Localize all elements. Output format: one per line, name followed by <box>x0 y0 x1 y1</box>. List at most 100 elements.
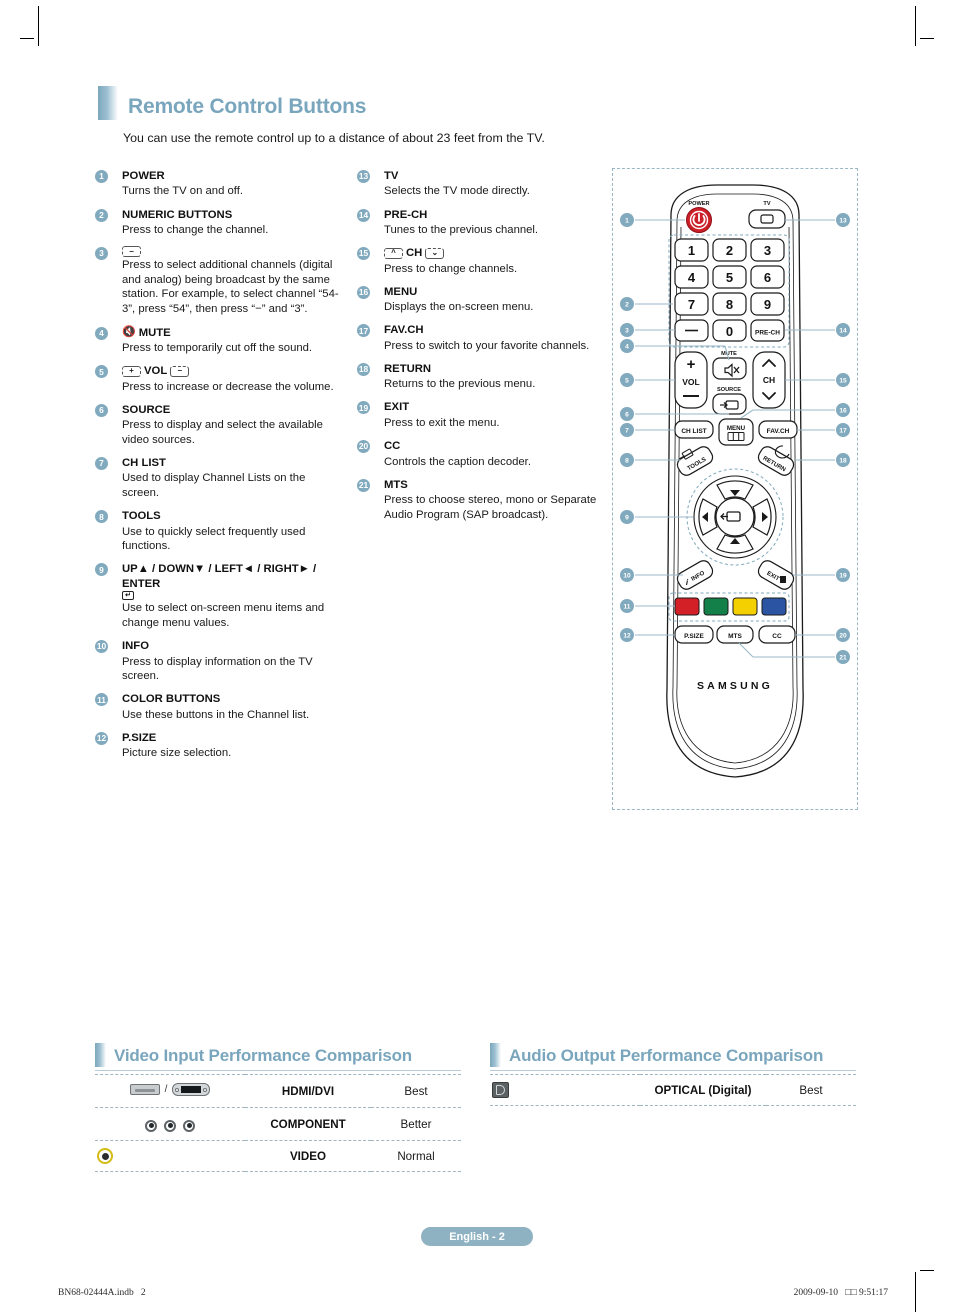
divider <box>490 1070 856 1071</box>
item-badge: 20 <box>357 440 370 454</box>
list-item: 18 RETURN Returns to the previous menu. <box>357 362 607 392</box>
page-title-text: Remote Control Buttons <box>128 95 367 118</box>
item-title: UP▲ / DOWN▼ / LEFT◄ / RIGHT► / ENTER ↵ <box>122 562 345 601</box>
page-number-badge: English - 2 <box>421 1227 533 1246</box>
slash-separator: / <box>164 1084 168 1095</box>
item-desc: Press to switch to your favorite channel… <box>384 339 590 352</box>
crop-mark-top-right <box>915 6 916 46</box>
button-list-left: 1 POWER Turns the TV on and off. 2 NUMER… <box>95 169 345 769</box>
item-title: 🔇 MUTE <box>122 326 345 340</box>
list-item: 21 MTS Press to choose stereo, mono or S… <box>357 478 607 523</box>
item-badge: 14 <box>357 208 370 222</box>
item-title: COLOR BUTTONS <box>122 693 221 706</box>
svg-text:4: 4 <box>625 344 629 351</box>
svg-text:CC: CC <box>772 633 782 640</box>
svg-text:15: 15 <box>839 378 847 385</box>
list-item: 14 PRE-CH Tunes to the previous channel. <box>357 208 607 238</box>
exit-button: EXIT <box>757 560 795 590</box>
list-item: 15 ^ CH ⌄ Press to change channels. <box>357 246 607 276</box>
item-desc: Press to temporarily cut off the sound. <box>122 342 313 355</box>
svg-text:PRE-CH: PRE-CH <box>755 330 780 337</box>
hdmi-dvi-port-icon: / <box>95 1075 245 1108</box>
audio-comparison-table: OPTICAL (Digital) Best <box>490 1074 856 1106</box>
video-comparison-header: Video Input Performance Comparison <box>95 1043 461 1067</box>
item-title-text: MUTE <box>138 326 171 339</box>
list-item: 10 INFO Press to display information on … <box>95 639 345 684</box>
item-badge: 3 <box>95 247 108 261</box>
rca-blue-icon <box>164 1119 176 1132</box>
svg-text:20: 20 <box>839 633 847 640</box>
item-badge: 12 <box>95 731 108 745</box>
item-title: TOOLS <box>122 510 161 523</box>
list-item: 17 FAV.CH Press to switch to your favori… <box>357 323 607 353</box>
list-item: 2 NUMERIC BUTTONS Press to change the ch… <box>95 208 345 238</box>
source-label: SOURCE <box>717 387 741 393</box>
item-title: P.SIZE <box>122 731 157 744</box>
item-desc: Tunes to the previous channel. <box>384 224 539 237</box>
svg-text:P.SIZE: P.SIZE <box>684 633 704 640</box>
item-badge: 4 <box>95 326 108 340</box>
list-item: 13 TV Selects the TV mode directly. <box>357 169 607 199</box>
dvi-port-icon <box>172 1083 211 1096</box>
svg-text:12: 12 <box>623 633 631 640</box>
svg-text:CH: CH <box>763 375 775 385</box>
svg-text:MENU: MENU <box>727 425 746 432</box>
intro-text: You can use the remote control up to a d… <box>123 131 545 145</box>
list-item: 20 CC Controls the caption decoder. <box>357 439 607 469</box>
audio-comparison-section: Audio Output Performance Comparison OPTI… <box>490 1043 856 1106</box>
list-item: 6 SOURCE Press to display and select the… <box>95 403 345 448</box>
item-desc: Selects the TV mode directly. <box>384 185 530 198</box>
item-title: CC <box>384 440 401 453</box>
svg-text:19: 19 <box>839 573 847 580</box>
item-desc: Picture size selection. <box>122 747 232 760</box>
audio-comparison-header: Audio Output Performance Comparison <box>490 1043 856 1067</box>
list-item: 8 TOOLS Use to quickly select frequently… <box>95 509 345 554</box>
item-title: FAV.CH <box>384 324 424 337</box>
list-item: 19 EXIT Press to exit the menu. <box>357 400 607 430</box>
component-rca-icon <box>95 1108 245 1141</box>
list-item: 12 P.SIZE Picture size selection. <box>95 731 345 761</box>
item-title: RETURN <box>384 362 432 375</box>
item-desc: Used to display Channel Lists on the scr… <box>122 472 306 500</box>
item-title: SOURCE <box>122 403 171 416</box>
svg-text:6: 6 <box>625 412 629 419</box>
input-rating: Normal <box>397 1149 435 1163</box>
title-accent-bar <box>98 86 118 120</box>
item-title: ^ CH ⌄ <box>384 246 607 260</box>
item-desc: Press to choose stereo, mono or Separate… <box>384 494 597 521</box>
item-title: POWER <box>122 170 165 182</box>
minus-key-icon: − <box>122 246 141 258</box>
tv-label: TV <box>763 201 770 207</box>
crop-mark-top-left <box>38 6 39 46</box>
table-row: VIDEO Normal <box>95 1141 461 1172</box>
svg-text:14: 14 <box>839 328 847 335</box>
svg-text:16: 16 <box>839 408 847 415</box>
crop-mark-right <box>920 38 934 39</box>
list-item: 11 COLOR BUTTONS Use these buttons in th… <box>95 692 345 722</box>
svg-text:17: 17 <box>839 428 847 435</box>
video-comparison-table: / HDMI/DVI Best COMPONENT Better VIDEO N… <box>95 1074 461 1172</box>
svg-text:7: 7 <box>625 428 629 435</box>
item-desc: Press to change channels. <box>384 262 518 275</box>
color-buttons <box>674 597 787 616</box>
page-title: Remote Control Buttons <box>98 86 366 120</box>
item-desc: Returns to the previous menu. <box>384 378 536 391</box>
svg-text:CH LIST: CH LIST <box>681 428 706 435</box>
item-badge: 13 <box>357 170 370 183</box>
item-badge: 7 <box>95 457 108 471</box>
samsung-logo: SAMSUNG <box>697 680 773 692</box>
button-list-right: 13 TV Selects the TV mode directly. 14 P… <box>357 169 607 531</box>
audio-comparison-title: Audio Output Performance Comparison <box>509 1046 824 1065</box>
remote-control-diagram: .bd { fill:none; stroke:#1a1a1a; stroke-… <box>612 168 858 810</box>
optical-port-icon <box>490 1075 640 1106</box>
item-badge: 9 <box>95 563 108 577</box>
item-desc: Press to select additional channels (dig… <box>122 259 339 316</box>
svg-text:6: 6 <box>764 270 771 285</box>
svg-text:4: 4 <box>688 270 696 285</box>
input-name: VIDEO <box>289 1149 327 1163</box>
svg-text:10: 10 <box>623 573 631 580</box>
item-badge: 10 <box>95 640 108 654</box>
rca-red-icon <box>183 1119 195 1132</box>
item-title: + VOL − <box>122 364 345 378</box>
title-accent-bar <box>95 1043 106 1067</box>
